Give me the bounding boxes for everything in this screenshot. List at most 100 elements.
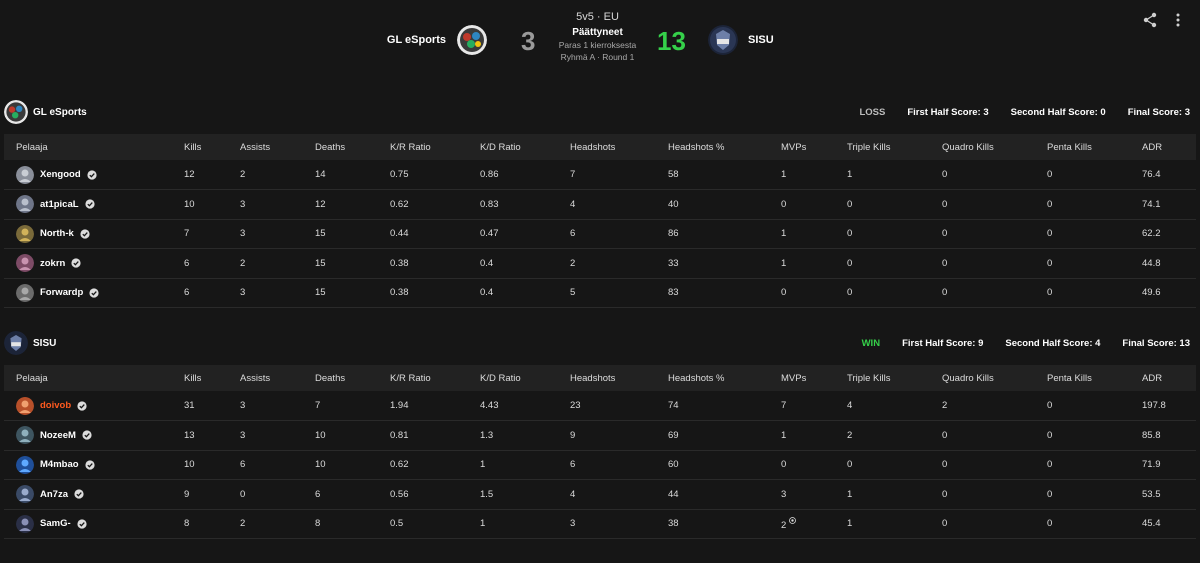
player-name[interactable]: M4mbao	[40, 459, 79, 470]
player-cell[interactable]: NozeeM	[4, 421, 172, 451]
avatar[interactable]	[16, 224, 34, 243]
player-name[interactable]: Forwardp	[40, 287, 83, 298]
stat-value: 6	[570, 459, 576, 471]
player-name[interactable]: doivob	[40, 400, 71, 411]
match-status: Päättyneet	[572, 27, 623, 38]
stat-value: 0	[847, 287, 853, 299]
player-name[interactable]: SamG-	[40, 518, 71, 529]
player-cell[interactable]: zokrn	[4, 249, 172, 279]
column-header[interactable]: Penta Kills	[1035, 134, 1130, 160]
column-header[interactable]: Kills	[172, 134, 228, 160]
column-header[interactable]: Deaths	[303, 365, 378, 391]
column-header[interactable]: K/R Ratio	[378, 134, 468, 160]
stat-cell-quadro: 0	[930, 421, 1035, 451]
team-left-name[interactable]: GL eSports	[387, 34, 446, 46]
avatar[interactable]	[16, 485, 34, 504]
player-cell[interactable]: M4mbao	[4, 450, 172, 480]
stat-value: 1.5	[480, 488, 494, 500]
stat-cell-quadro: 2	[930, 391, 1035, 421]
stat-cell-assists: 2	[228, 509, 303, 539]
column-header[interactable]: Penta Kills	[1035, 365, 1130, 391]
stat-value: 0.81	[390, 429, 409, 441]
stat-value: 86	[668, 228, 679, 240]
table-row: Forwardp 6 3 15 0.38 0.4 5 83 0 0 0 0 49.6	[4, 278, 1196, 308]
player-name[interactable]: at1picaL	[40, 199, 79, 210]
player-cell[interactable]: Xengood	[4, 160, 172, 190]
stat-cell-assists: 3	[228, 219, 303, 249]
avatar[interactable]	[16, 426, 34, 445]
column-header[interactable]: Pelaaja	[4, 365, 172, 391]
avatar[interactable]	[16, 254, 34, 273]
column-header[interactable]: Kills	[172, 365, 228, 391]
team-bar: SISU WIN First Half Score: 9 Second Half…	[4, 329, 1196, 357]
team-right-name[interactable]: SISU	[748, 34, 774, 46]
stat-value: 0.38	[390, 287, 409, 299]
stat-cell-deaths: 14	[303, 160, 378, 190]
column-header[interactable]: K/D Ratio	[468, 134, 558, 160]
avatar[interactable]	[16, 165, 34, 184]
column-header[interactable]: MVPs	[769, 134, 835, 160]
stat-cell-triple: 1	[835, 509, 930, 539]
column-header[interactable]: K/R Ratio	[378, 365, 468, 391]
sisu-logo-icon[interactable]	[4, 331, 28, 355]
player-name[interactable]: zokrn	[40, 258, 65, 269]
column-header[interactable]: ADR	[1130, 365, 1196, 391]
stat-value: 0.86	[480, 169, 499, 180]
gl-esports-logo-icon[interactable]	[457, 25, 487, 55]
stat-cell-kd: 1.3	[468, 421, 558, 451]
stat-cell-adr: 76.4	[1130, 160, 1196, 190]
avatar[interactable]	[16, 455, 34, 474]
column-header[interactable]: MVPs	[769, 365, 835, 391]
column-header[interactable]: K/D Ratio	[468, 365, 558, 391]
player-cell[interactable]: An7za	[4, 480, 172, 510]
column-header[interactable]: Triple Kills	[835, 134, 930, 160]
stat-value: 0	[1047, 169, 1053, 180]
column-header[interactable]: Quadro Kills	[930, 134, 1035, 160]
stat-cell-penta: 0	[1035, 480, 1130, 510]
player-cell[interactable]: doivob	[4, 391, 172, 421]
player-name[interactable]: NozeeM	[40, 430, 76, 441]
column-header[interactable]: Pelaaja	[4, 134, 172, 160]
avatar[interactable]	[16, 283, 34, 302]
sisu-logo-icon[interactable]	[708, 25, 738, 55]
column-header[interactable]: ADR	[1130, 134, 1196, 160]
player-cell[interactable]: North-k	[4, 219, 172, 249]
stat-cell-kr: 1.94	[378, 391, 468, 421]
team-name[interactable]: SISU	[33, 338, 56, 349]
column-header[interactable]: Headshots %	[656, 134, 769, 160]
column-header[interactable]: Assists	[228, 365, 303, 391]
avatar[interactable]	[16, 195, 34, 214]
column-header[interactable]: Headshots	[558, 134, 656, 160]
player-name[interactable]: North-k	[40, 228, 74, 239]
stat-cell-deaths: 8	[303, 509, 378, 539]
column-header[interactable]: Assists	[228, 134, 303, 160]
stat-cell-hs: 6	[558, 219, 656, 249]
column-header[interactable]: Headshots %	[656, 365, 769, 391]
stat-cell-assists: 6	[228, 450, 303, 480]
column-header[interactable]: Deaths	[303, 134, 378, 160]
share-icon[interactable]	[1142, 12, 1158, 28]
player-cell[interactable]: at1picaL	[4, 190, 172, 220]
stat-value: 53.5	[1142, 488, 1161, 500]
avatar[interactable]	[16, 396, 34, 415]
player-cell[interactable]: SamG-	[4, 509, 172, 539]
column-header[interactable]: Quadro Kills	[930, 365, 1035, 391]
gl-esports-logo-icon[interactable]	[4, 100, 28, 124]
player-name[interactable]: Xengood	[40, 169, 81, 180]
stat-value: 0	[942, 459, 948, 471]
stat-cell-penta: 0	[1035, 249, 1130, 279]
player-cell[interactable]: Forwardp	[4, 278, 172, 308]
avatar[interactable]	[16, 514, 34, 533]
more-options-icon[interactable]	[1172, 12, 1184, 28]
stat-value: 2	[570, 257, 576, 269]
column-header[interactable]: Triple Kills	[835, 365, 930, 391]
stat-value: 3	[240, 228, 246, 240]
stat-cell-deaths: 7	[303, 391, 378, 421]
column-header[interactable]: Headshots	[558, 365, 656, 391]
stat-value: 74	[668, 400, 679, 411]
verified-icon	[84, 460, 95, 470]
table-row: North-k 7 3 15 0.44 0.47 6 86 1 0 0 0 62.2	[4, 219, 1196, 249]
team-name[interactable]: GL eSports	[33, 107, 87, 118]
verified-icon	[77, 400, 87, 411]
player-name[interactable]: An7za	[40, 489, 68, 500]
